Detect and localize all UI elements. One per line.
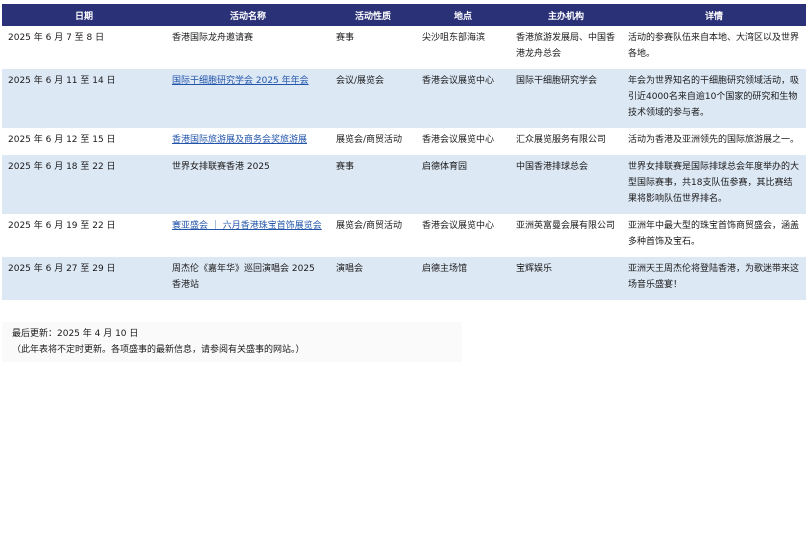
table-row: 2025 年 6 月 7 至 8 日 香港国际龙舟邀请赛 赛事 尖沙咀东部海滨 … — [2, 26, 806, 69]
cell-organizer: 亚洲英富曼会展有限公司 — [510, 214, 622, 257]
cell-details: 活动的参赛队伍来自本地、大湾区以及世界各地。 — [622, 26, 806, 69]
table-row: 2025 年 6 月 12 至 15 日 香港国际旅游展及商务会奖旅游展 展览会… — [2, 128, 806, 155]
cell-date: 2025 年 6 月 27 至 29 日 — [2, 257, 166, 300]
cell-event-name: 寰亚盛会 ｜ 六月香港珠宝首饰展览会 — [166, 214, 330, 257]
cell-date: 2025 年 6 月 11 至 14 日 — [2, 69, 166, 128]
cell-details: 活动为香港及亚洲领先的国际旅游展之一。 — [622, 128, 806, 155]
events-table: 日期 活动名称 活动性质 地点 主办机构 详情 2025 年 6 月 7 至 8… — [2, 4, 806, 300]
cell-event-type: 会议/展览会 — [330, 69, 416, 128]
cell-venue: 香港会议展览中心 — [416, 214, 510, 257]
cell-organizer: 国际干细胞研究学会 — [510, 69, 622, 128]
event-link[interactable]: 国际干细胞研究学会 2025 年年会 — [172, 76, 309, 86]
cell-event-name: 周杰伦《嘉年华》巡回演唱会 2025 香港站 — [166, 257, 330, 300]
cell-event-type: 赛事 — [330, 26, 416, 69]
cell-venue: 启德体育园 — [416, 155, 510, 214]
table-row: 2025 年 6 月 19 至 22 日 寰亚盛会 ｜ 六月香港珠宝首饰展览会 … — [2, 214, 806, 257]
cell-event-name: 国际干细胞研究学会 2025 年年会 — [166, 69, 330, 128]
header-organizer: 主办机构 — [510, 4, 622, 26]
cell-details: 世界女排联赛是国际排球总会年度举办的大型国际赛事，共18支队伍参赛，其比赛结果将… — [622, 155, 806, 214]
header-date: 日期 — [2, 4, 166, 26]
cell-event-type: 展览会/商贸活动 — [330, 128, 416, 155]
update-note: （此年表将不定时更新。各项盛事的最新信息，请参阅有关盛事的网站。） — [12, 345, 305, 355]
footer-notes: 最后更新：2025 年 4 月 10 日 （此年表将不定时更新。各项盛事的最新信… — [2, 322, 462, 362]
cell-organizer: 汇众展览服务有限公司 — [510, 128, 622, 155]
cell-details: 年会为世界知名的干细胞研究领域活动，吸引近4000名来自逾10个国家的研究和生物… — [622, 69, 806, 128]
table-row: 2025 年 6 月 27 至 29 日 周杰伦《嘉年华》巡回演唱会 2025 … — [2, 257, 806, 300]
header-details: 详情 — [622, 4, 806, 26]
cell-details: 亚洲年中最大型的珠宝首饰商贸盛会，涵盖多种首饰及宝石。 — [622, 214, 806, 257]
cell-details: 亚洲天王周杰伦将登陆香港，为歌迷带来这场音乐盛宴！ — [622, 257, 806, 300]
cell-event-name: 香港国际旅游展及商务会奖旅游展 — [166, 128, 330, 155]
cell-date: 2025 年 6 月 12 至 15 日 — [2, 128, 166, 155]
cell-date: 2025 年 6 月 19 至 22 日 — [2, 214, 166, 257]
cell-organizer: 中国香港排球总会 — [510, 155, 622, 214]
table-row: 2025 年 6 月 18 至 22 日 世界女排联赛香港 2025 赛事 启德… — [2, 155, 806, 214]
cell-event-type: 赛事 — [330, 155, 416, 214]
event-link[interactable]: 寰亚盛会 ｜ 六月香港珠宝首饰展览会 — [172, 221, 322, 231]
cell-venue: 尖沙咀东部海滨 — [416, 26, 510, 69]
cell-date: 2025 年 6 月 7 至 8 日 — [2, 26, 166, 69]
cell-event-name: 世界女排联赛香港 2025 — [166, 155, 330, 214]
last-updated: 最后更新：2025 年 4 月 10 日 — [12, 329, 139, 339]
header-event-type: 活动性质 — [330, 4, 416, 26]
cell-organizer: 香港旅游发展局、中国香港龙舟总会 — [510, 26, 622, 69]
cell-venue: 香港会议展览中心 — [416, 128, 510, 155]
cell-venue: 香港会议展览中心 — [416, 69, 510, 128]
header-venue: 地点 — [416, 4, 510, 26]
cell-event-type: 演唱会 — [330, 257, 416, 300]
cell-organizer: 宝辉娱乐 — [510, 257, 622, 300]
table-row: 2025 年 6 月 11 至 14 日 国际干细胞研究学会 2025 年年会 … — [2, 69, 806, 128]
event-link[interactable]: 香港国际旅游展及商务会奖旅游展 — [172, 135, 307, 145]
header-event-name: 活动名称 — [166, 4, 330, 26]
cell-event-name: 香港国际龙舟邀请赛 — [166, 26, 330, 69]
cell-date: 2025 年 6 月 18 至 22 日 — [2, 155, 166, 214]
cell-venue: 启德主场馆 — [416, 257, 510, 300]
table-header-row: 日期 活动名称 活动性质 地点 主办机构 详情 — [2, 4, 806, 26]
cell-event-type: 展览会/商贸活动 — [330, 214, 416, 257]
page: 日期 活动名称 活动性质 地点 主办机构 详情 2025 年 6 月 7 至 8… — [0, 0, 808, 535]
